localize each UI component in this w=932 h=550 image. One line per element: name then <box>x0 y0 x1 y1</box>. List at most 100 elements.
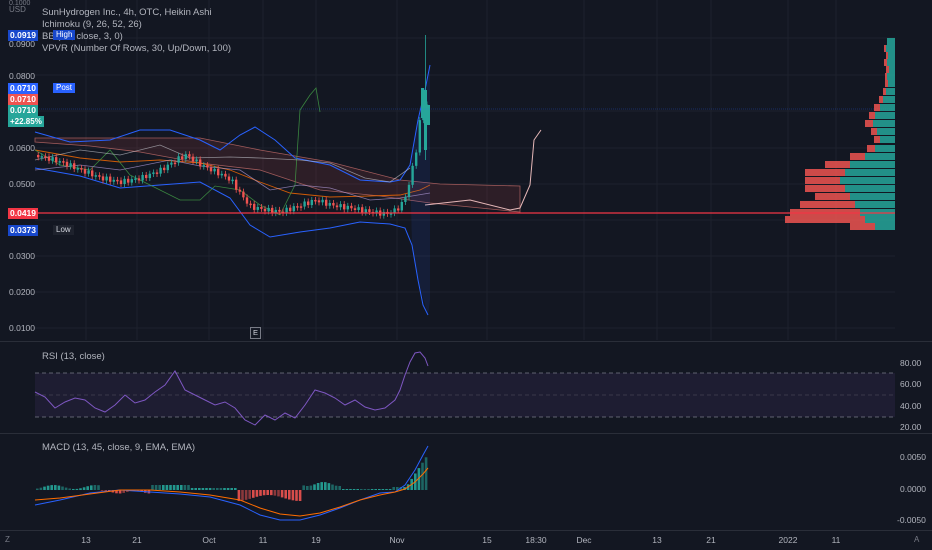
volume-row-up <box>865 153 895 160</box>
volume-row-up <box>887 38 895 45</box>
volume-row-up <box>865 216 895 223</box>
macd-hist-bar <box>241 490 244 501</box>
macd-hist-bar <box>417 468 421 490</box>
macd-hist-bar <box>216 488 219 490</box>
candle-body <box>427 105 430 125</box>
post-price-tag: 0.0710 <box>8 83 38 94</box>
volume-row-down <box>850 153 865 160</box>
candle-body <box>285 207 288 213</box>
candle-body <box>289 207 292 212</box>
macd-hist-bar <box>97 485 100 490</box>
candle-body <box>112 179 115 182</box>
volume-row-up <box>883 96 895 103</box>
volume-row-up <box>875 112 895 119</box>
volume-row-up <box>889 66 895 73</box>
candle-body <box>173 162 177 165</box>
macd-hist-bar <box>93 485 97 490</box>
auto-scale-toggle[interactable]: A <box>914 535 919 544</box>
x-label-10: 21 <box>706 535 716 545</box>
volume-row-up <box>880 136 895 143</box>
candle-body <box>98 175 101 177</box>
macd-hist-bar <box>396 487 399 490</box>
macd-hist-bar <box>244 490 248 500</box>
macd-hist-bar <box>39 487 43 490</box>
candle-body <box>73 163 76 170</box>
macd-legend[interactable]: MACD (13, 45, close, 9, EMA, EMA) <box>42 442 195 453</box>
macd-hist-bar <box>187 485 190 490</box>
change-percent-tag: +22.85% <box>8 116 44 127</box>
candle-body <box>130 179 133 183</box>
volume-row-up <box>873 120 895 127</box>
volume-row-down <box>850 223 875 230</box>
macd-hist-bar <box>345 489 349 490</box>
candle-body <box>184 154 187 160</box>
candle-body <box>353 208 357 211</box>
macd-hist-bar <box>356 489 359 490</box>
x-label-6: 15 <box>482 535 492 545</box>
macd-hist-bar <box>424 457 428 490</box>
candle-body <box>123 178 126 185</box>
rsi-line <box>34 351 429 426</box>
volume-row-up <box>875 223 895 230</box>
volume-row-up <box>845 169 895 176</box>
high-price-tag: 0.0919 <box>8 30 38 41</box>
macd-hist-bar <box>234 488 237 490</box>
macd-hist-bar <box>115 490 118 494</box>
volume-row-down <box>885 73 887 80</box>
macd-hist-bar <box>255 490 259 497</box>
macd-hist-bar <box>399 487 403 490</box>
candle-body <box>325 199 328 206</box>
z-toggle[interactable]: Z <box>5 535 10 544</box>
volume-row-down <box>886 52 888 59</box>
volume-row-down <box>869 112 875 119</box>
x-label-5: Nov <box>389 535 405 545</box>
macd-hist-bar <box>223 488 226 490</box>
volume-row-down <box>874 104 880 111</box>
macd-hist-bar <box>316 482 320 490</box>
macd-hist-bar <box>403 487 406 490</box>
x-label-11: 2022 <box>778 535 798 545</box>
macd-hist-bar <box>201 488 205 490</box>
x-axis-separator <box>0 530 932 531</box>
candle-body <box>91 170 94 177</box>
pane-separator-2[interactable] <box>0 433 932 434</box>
x-label-1: 21 <box>132 535 142 545</box>
candle-body <box>256 207 259 210</box>
candle-body <box>170 162 173 165</box>
macd-hist-bar <box>183 485 187 490</box>
macd-line <box>34 445 429 521</box>
candle-body <box>217 168 220 176</box>
macd-hist-bar <box>219 488 223 490</box>
candle-body <box>307 201 310 206</box>
macd-hist-bar <box>421 462 424 490</box>
macd-hist-bar <box>194 488 197 490</box>
candle-body <box>220 173 223 176</box>
candle-body <box>148 173 151 179</box>
axis-label-1: 0.0800 <box>9 71 35 81</box>
rsi-axis-20: 20.00 <box>900 422 922 432</box>
candle-body <box>271 207 274 214</box>
earnings-marker[interactable]: E <box>250 327 261 339</box>
macd-hist-bar <box>82 487 86 490</box>
candle-body <box>296 206 299 208</box>
candle-body <box>127 178 130 183</box>
macd-hist-bar <box>190 488 194 490</box>
candle-body <box>94 175 97 177</box>
x-label-7: 18:30 <box>525 535 547 545</box>
pane-separator[interactable] <box>0 341 932 342</box>
macd-hist-bar <box>154 485 158 490</box>
candle-body <box>361 207 364 213</box>
symbol-legend[interactable]: SunHydrogen Inc., 4h, OTC, Heikin Ashi <box>42 7 212 18</box>
macd-hist-bar <box>309 485 313 490</box>
candle-body <box>199 159 202 167</box>
ichimoku-legend[interactable]: Ichimoku (9, 26, 52, 26) <box>42 19 142 30</box>
candle-body <box>69 163 72 167</box>
candle-body <box>181 156 184 160</box>
volume-row-up <box>886 88 895 95</box>
macd-hist-bar <box>140 490 143 492</box>
rsi-legend[interactable]: RSI (13, close) <box>42 351 105 362</box>
volume-row-up <box>855 201 895 208</box>
vpvr-legend[interactable]: VPVR (Number Of Rows, 30, Up/Down, 100) <box>42 43 231 54</box>
ichimoku-cloud <box>34 137 521 213</box>
candle-body <box>65 161 69 167</box>
